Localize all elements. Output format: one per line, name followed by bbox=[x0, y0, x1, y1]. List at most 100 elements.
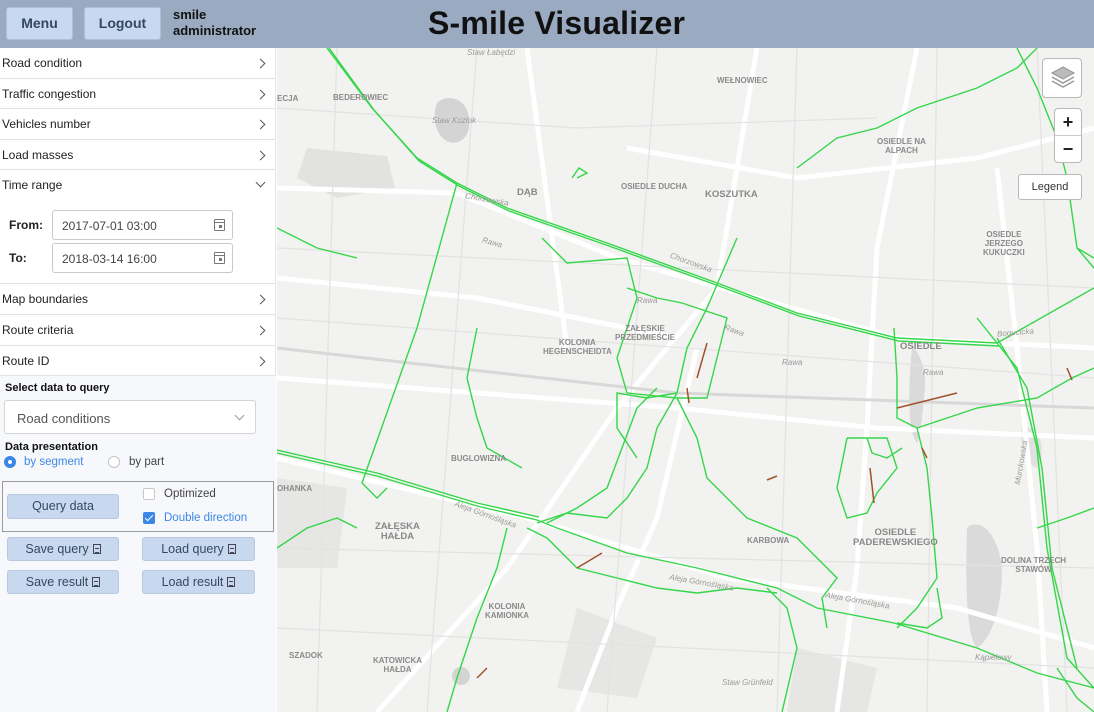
save-result-label: Save result bbox=[25, 575, 89, 589]
section-road-condition[interactable]: Road condition bbox=[0, 48, 276, 79]
calendar-icon[interactable] bbox=[214, 219, 225, 231]
save-query-button[interactable]: Save query bbox=[7, 537, 119, 561]
by-part-radio[interactable] bbox=[108, 456, 120, 468]
map-label: KOSZUTKA bbox=[705, 189, 758, 200]
section-map-boundaries[interactable]: Map boundaries bbox=[0, 284, 276, 315]
map-label: KATOWICKA HAŁDA bbox=[373, 656, 423, 674]
from-label: From: bbox=[9, 218, 43, 232]
map-label: ZAŁĘSKA HAŁDA bbox=[375, 521, 420, 542]
calendar-icon[interactable] bbox=[214, 252, 225, 264]
map-label: OSIEDLE DUCHA bbox=[621, 182, 688, 191]
map-label: KOLONIA HEGENSCHEIDTA bbox=[543, 338, 612, 356]
section-time-range[interactable]: Time range From: 2017-07-01 03:00 To: 20… bbox=[0, 170, 276, 284]
time-to-row: To: 2018-03-14 16:00 bbox=[0, 243, 276, 273]
map-label: Staw Grünfeld bbox=[722, 678, 773, 687]
map-label: KOLONIA KAMIONKA bbox=[485, 602, 529, 620]
map-label: Rawa bbox=[923, 368, 944, 377]
map-label: Staw Łabędzi bbox=[467, 48, 516, 57]
zoom-control: + − bbox=[1054, 108, 1082, 163]
map-label: BEDEROWIEC bbox=[333, 93, 389, 102]
section-label: Time range bbox=[2, 178, 63, 192]
section-label: Vehicles number bbox=[2, 117, 91, 131]
map-label: BUGLOWIZNA bbox=[451, 454, 507, 463]
logout-button[interactable]: Logout bbox=[84, 7, 161, 40]
double-direction-label[interactable]: Double direction bbox=[164, 512, 247, 524]
section-traffic-congestion[interactable]: Traffic congestion bbox=[0, 79, 276, 109]
optimized-checkbox[interactable] bbox=[143, 488, 155, 500]
chevron-right-icon bbox=[255, 150, 266, 161]
zoom-out-button[interactable]: − bbox=[1055, 136, 1081, 163]
load-query-label: Load query bbox=[161, 542, 224, 556]
chevron-right-icon bbox=[255, 294, 266, 305]
optimized-label[interactable]: Optimized bbox=[164, 488, 216, 500]
section-label: Route criteria bbox=[2, 323, 74, 337]
to-label: To: bbox=[9, 251, 27, 265]
map-canvas[interactable] bbox=[277, 48, 1094, 712]
chevron-right-icon bbox=[255, 89, 266, 100]
map-label: OHANKA bbox=[277, 484, 313, 493]
chevron-down-icon bbox=[234, 410, 245, 421]
save-result-button[interactable]: Save result bbox=[7, 570, 119, 594]
user-name: smile bbox=[173, 7, 207, 22]
chevron-right-icon bbox=[255, 325, 266, 336]
chevron-right-icon bbox=[255, 356, 266, 367]
load-result-button[interactable]: Load result bbox=[142, 570, 255, 594]
chevron-right-icon bbox=[255, 119, 266, 130]
map-label: Rawa bbox=[637, 296, 658, 305]
to-value: 2018-03-14 16:00 bbox=[62, 252, 157, 266]
section-label: Load masses bbox=[2, 148, 74, 162]
query-data-button[interactable]: Query data bbox=[7, 494, 119, 519]
map-label: DOLINA TRZECH STAWÓW bbox=[1001, 556, 1067, 574]
zoom-in-button[interactable]: + bbox=[1055, 109, 1081, 136]
to-datetime-input[interactable]: 2018-03-14 16:00 bbox=[52, 243, 233, 273]
section-label: Route ID bbox=[2, 354, 50, 368]
map-label: KARBOWA bbox=[747, 536, 790, 545]
chevron-down-icon bbox=[255, 177, 266, 188]
map-label: OSIEDLE bbox=[900, 341, 942, 352]
section-label: Road condition bbox=[2, 56, 83, 70]
legend-button[interactable]: Legend bbox=[1018, 174, 1082, 200]
section-label: Traffic congestion bbox=[2, 87, 97, 101]
map-view[interactable]: Staw Łabędzi WEŁNOWIEC BEDEROWIEC ECJA S… bbox=[277, 48, 1094, 712]
section-route-criteria[interactable]: Route criteria bbox=[0, 315, 276, 346]
app-title: S-mile Visualizer bbox=[428, 5, 686, 41]
load-result-label: Load result bbox=[161, 575, 224, 589]
map-label: OSIEDLE NA ALPACH bbox=[877, 137, 926, 155]
by-segment-label[interactable]: by segment bbox=[24, 456, 83, 468]
document-icon bbox=[227, 544, 236, 554]
map-label: SZADOK bbox=[289, 651, 323, 660]
map-label: WEŁNOWIEC bbox=[717, 76, 768, 85]
document-icon bbox=[92, 577, 101, 587]
map-label: Rawa bbox=[782, 358, 803, 367]
data-type-select[interactable]: Road conditions bbox=[4, 400, 256, 434]
user-info: smile administrator bbox=[173, 7, 256, 39]
from-datetime-input[interactable]: 2017-07-01 03:00 bbox=[52, 210, 233, 240]
document-icon bbox=[227, 577, 236, 587]
layers-button[interactable] bbox=[1042, 58, 1082, 98]
section-route-id[interactable]: Route ID bbox=[0, 346, 276, 376]
base-roads bbox=[277, 48, 1094, 712]
time-from-row: From: 2017-07-01 03:00 bbox=[0, 210, 276, 240]
select-value: Road conditions bbox=[17, 411, 111, 426]
by-part-label[interactable]: by part bbox=[129, 456, 164, 468]
section-label: Map boundaries bbox=[2, 292, 89, 306]
section-load-masses[interactable]: Load masses bbox=[0, 140, 276, 170]
layers-icon bbox=[1050, 66, 1076, 88]
app-root: Menu Logout smile administrator S-mile V… bbox=[0, 0, 1094, 712]
map-label: ECJA bbox=[277, 94, 299, 103]
double-direction-checkbox[interactable] bbox=[143, 512, 155, 524]
map-label: DĄB bbox=[517, 187, 538, 198]
section-vehicles-number[interactable]: Vehicles number bbox=[0, 109, 276, 140]
load-query-button[interactable]: Load query bbox=[142, 537, 255, 561]
by-segment-radio[interactable] bbox=[4, 456, 16, 468]
save-query-label: Save query bbox=[25, 542, 89, 556]
map-label: OSIEDLE PADEREWSKIEGO bbox=[853, 527, 938, 548]
select-data-title: Select data to query bbox=[5, 382, 110, 394]
data-presentation-title: Data presentation bbox=[5, 441, 98, 453]
map-label: Staw Kozłok bbox=[432, 116, 477, 125]
chevron-right-icon bbox=[255, 58, 266, 69]
map-label: ZAŁĘSKIE PRZEDMIEŚCIE bbox=[615, 324, 676, 342]
from-value: 2017-07-01 03:00 bbox=[62, 219, 157, 233]
map-label: Kąpielowy bbox=[975, 653, 1012, 662]
menu-button[interactable]: Menu bbox=[6, 7, 73, 40]
